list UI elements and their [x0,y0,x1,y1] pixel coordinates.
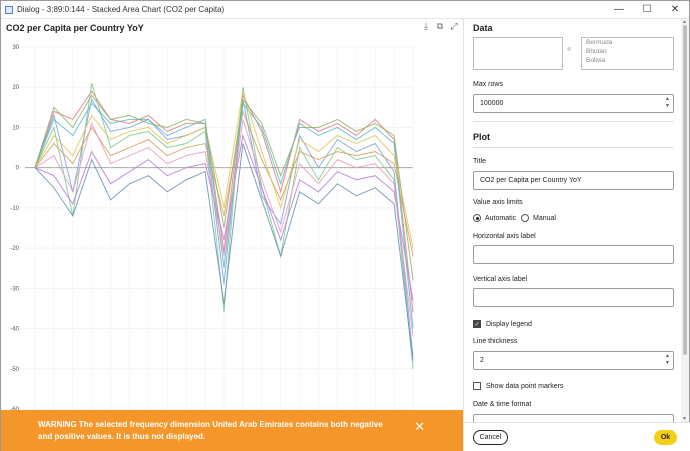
y-tick-label: -50 [10,367,19,373]
y-tick-label: -20 [10,246,19,252]
datetime-format-label: Date & time format [473,401,532,408]
data-section-header: Data [473,23,493,33]
section-divider [473,121,674,122]
y-tick-label: 20 [12,85,19,91]
title-bar: Dialog - 3:89:0:144 - Stacked Area Chart… [1,1,689,19]
dialog-window: Dialog - 3:89:0:144 - Stacked Area Chart… [0,0,690,451]
plot-section-header: Plot [473,132,490,142]
display-legend-checkbox[interactable]: ✓ Display legend [473,320,532,328]
copy-icon[interactable]: ⧉ [435,21,445,32]
warning-close-icon[interactable]: ✕ [414,420,425,433]
warning-text: WARNING The selected frequency dimension… [38,420,383,441]
line-thickness-field[interactable]: 2 ▲ ▼ [473,351,674,370]
horizontal-axis-label: Horizontal axis label [473,233,536,240]
line-thickness-stepper[interactable]: ▲ ▼ [665,353,670,367]
stepper-up-icon[interactable]: ▲ [665,96,670,102]
radio-automatic[interactable]: Automatic [473,214,516,222]
line-thickness-label: Line thickness [473,338,518,345]
y-tick-label: 10 [12,125,19,131]
line-chart: 3020100-10-20-30-40-50-60 [10,45,414,410]
y-tick-label: 0 [16,166,20,172]
list-item[interactable]: Bolivia [582,56,673,65]
max-rows-field[interactable]: 100000 ▲ ▼ [473,94,674,113]
ok-button[interactable]: Ok [654,430,677,445]
title-label: Title [473,158,486,165]
vertical-axis-label: Vertical axis label [473,276,528,283]
show-markers-checkbox[interactable]: Show data point markers [473,382,563,390]
list-item[interactable]: Bermuda [582,38,673,47]
app-icon [5,5,13,14]
title-input[interactable]: CO2 per Capita per Country YoY [473,171,674,190]
horizontal-axis-input[interactable] [473,245,674,264]
max-rows-stepper[interactable]: ▲ ▼ [665,96,670,110]
show-markers-label: Show data point markers [486,382,564,390]
maximize-button[interactable]: ☐ [633,1,661,19]
y-tick-label: -30 [10,286,19,292]
settings-scrollbar[interactable]: ▲ ▼ [681,19,689,422]
radio-automatic-label: Automatic [485,214,517,222]
selected-countries-list[interactable]: Bermuda Bhutan Bolivia [581,37,674,70]
expand-icon[interactable]: ⤢ [449,21,459,32]
minimize-button[interactable]: — [605,1,633,19]
stepper-down-icon[interactable]: ▼ [665,103,670,109]
checkmark-icon[interactable]: ✓ [473,320,481,328]
y-tick-label: 30 [12,45,19,51]
chart-panel: CO2 per Capita per Country YoY ⤓ ⧉ ⤢ 30 2… [1,19,463,451]
radio-selected-icon[interactable] [473,214,481,222]
checkbox-empty-icon[interactable] [473,382,481,390]
radio-manual-label: Manual [533,214,556,222]
settings-scroll-area: Data « Bermuda Bhutan Bolivia Max rows 1… [464,19,682,422]
warning-banner: WARNING The selected frequency dimension… [1,410,463,451]
scrollbar-thumb[interactable] [683,25,687,355]
display-legend-label: Display legend [486,320,532,328]
datetime-format-select[interactable] [473,414,674,422]
max-rows-value: 100000 [480,100,504,107]
cancel-button[interactable]: Cancel [473,430,508,445]
radio-unselected-icon[interactable] [521,214,529,222]
value-axis-limits-label: Value axis limits [473,199,523,206]
available-countries-list[interactable] [473,37,563,70]
stepper-down-icon[interactable]: ▼ [665,360,670,366]
chart-title: CO2 per Capita per Country YoY [6,23,144,33]
window-title: Dialog - 3:89:0:144 - Stacked Area Chart… [17,5,225,14]
y-tick-label: -10 [10,206,19,212]
line-thickness-value: 2 [480,357,484,364]
stepper-up-icon[interactable]: ▲ [665,353,670,359]
move-left-icon[interactable]: « [567,44,571,53]
close-button[interactable]: ✕ [661,1,689,19]
dialog-footer: Cancel Ok [464,422,690,451]
vertical-axis-input[interactable] [473,288,674,307]
chart-toolbar: ⤓ ⧉ ⤢ [421,21,459,32]
y-tick-label: -40 [10,327,19,333]
list-item[interactable]: Bhutan [582,47,673,56]
settings-panel: Data « Bermuda Bhutan Bolivia Max rows 1… [463,19,690,451]
section-divider [473,147,674,148]
radio-manual[interactable]: Manual [521,214,556,222]
download-icon[interactable]: ⤓ [421,21,431,32]
max-rows-label: Max rows [473,81,503,88]
